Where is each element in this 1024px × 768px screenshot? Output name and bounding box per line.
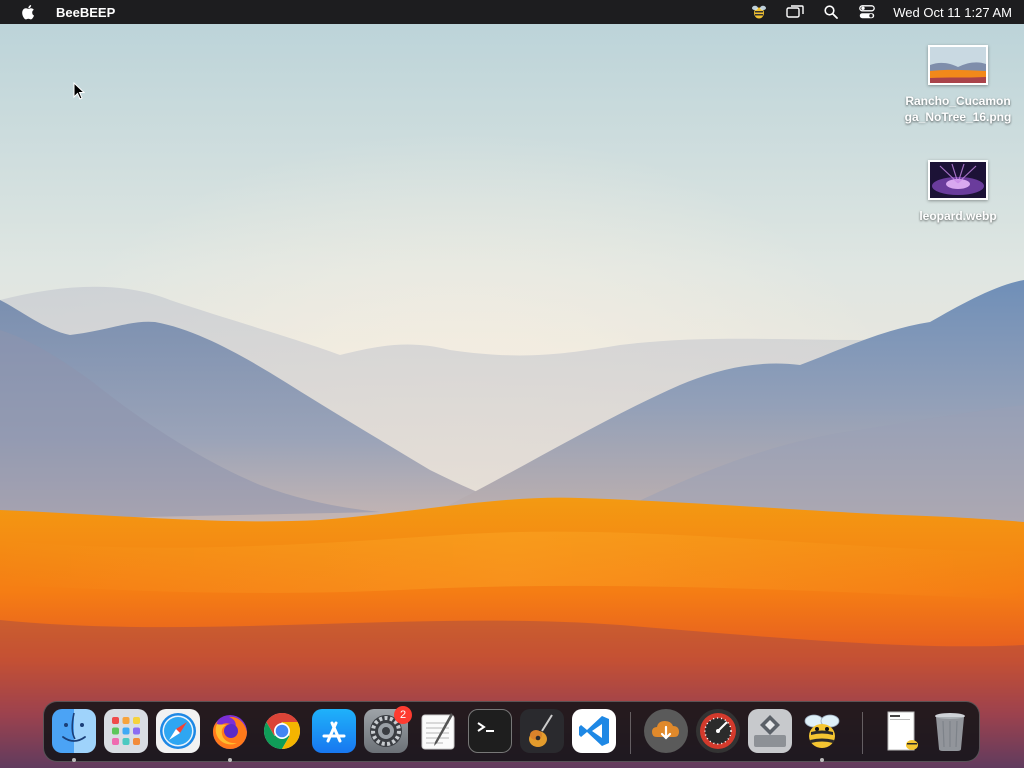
dock-garageband-icon[interactable] bbox=[520, 709, 564, 753]
running-indicator bbox=[820, 758, 824, 762]
dock-trash-icon[interactable] bbox=[928, 709, 972, 753]
mouse-cursor bbox=[73, 82, 85, 100]
dock-disk-diag-icon[interactable] bbox=[696, 709, 740, 753]
desktop-wallpaper bbox=[0, 0, 1024, 768]
dock-boot-camp-icon[interactable] bbox=[748, 709, 792, 753]
dock-system-settings-icon[interactable]: 2 bbox=[364, 706, 412, 753]
dock-chrome-icon[interactable] bbox=[260, 709, 304, 753]
file-name-line-1: Rancho_Cucamon bbox=[905, 94, 1011, 108]
dock-launchpad-icon[interactable] bbox=[104, 709, 148, 753]
dock-vscode-icon[interactable] bbox=[572, 709, 616, 753]
control-center-icon[interactable] bbox=[857, 4, 877, 20]
spotlight-search-icon[interactable] bbox=[821, 4, 841, 20]
dock-terminal-icon[interactable] bbox=[468, 709, 512, 753]
file-name-line-2: ga_NoTree_16.png bbox=[904, 110, 1012, 124]
dock-separator bbox=[630, 712, 631, 754]
file-name-line-1: leopard.webp bbox=[919, 209, 997, 223]
dock-finder-icon[interactable] bbox=[52, 709, 96, 753]
menu-bar: BeeBEEP Wed Oct 11 1:27 AM bbox=[0, 0, 1024, 24]
menu-bar-clock[interactable]: Wed Oct 11 1:27 AM bbox=[893, 5, 1012, 20]
dock-app-store-icon[interactable] bbox=[312, 709, 356, 753]
image-thumbnail-icon bbox=[928, 160, 988, 200]
dock-separator bbox=[862, 712, 863, 754]
dock-downloader-icon[interactable] bbox=[644, 709, 688, 753]
running-indicator bbox=[228, 758, 232, 762]
image-thumbnail-icon bbox=[928, 45, 988, 85]
dock-safari-icon[interactable] bbox=[156, 709, 200, 753]
dock-firefox-icon[interactable] bbox=[208, 709, 252, 753]
beebeep-status-icon[interactable] bbox=[749, 4, 769, 20]
screen-mirroring-icon[interactable] bbox=[785, 4, 805, 20]
active-app-name[interactable]: BeeBEEP bbox=[56, 5, 115, 20]
dock-beebeep-icon[interactable] bbox=[800, 709, 844, 753]
desktop-file-rancho-cucamonga[interactable]: Rancho_Cucamon ga_NoTree_16.png bbox=[898, 45, 1018, 125]
dock-textedit-icon[interactable] bbox=[416, 709, 460, 753]
notification-badge: 2 bbox=[394, 706, 412, 724]
running-indicator bbox=[72, 758, 76, 762]
desktop-file-leopard[interactable]: leopard.webp bbox=[898, 160, 1018, 224]
apple-icon[interactable] bbox=[18, 4, 38, 20]
dock-recent-document-icon[interactable] bbox=[880, 709, 924, 753]
dock: 2 bbox=[43, 701, 980, 762]
